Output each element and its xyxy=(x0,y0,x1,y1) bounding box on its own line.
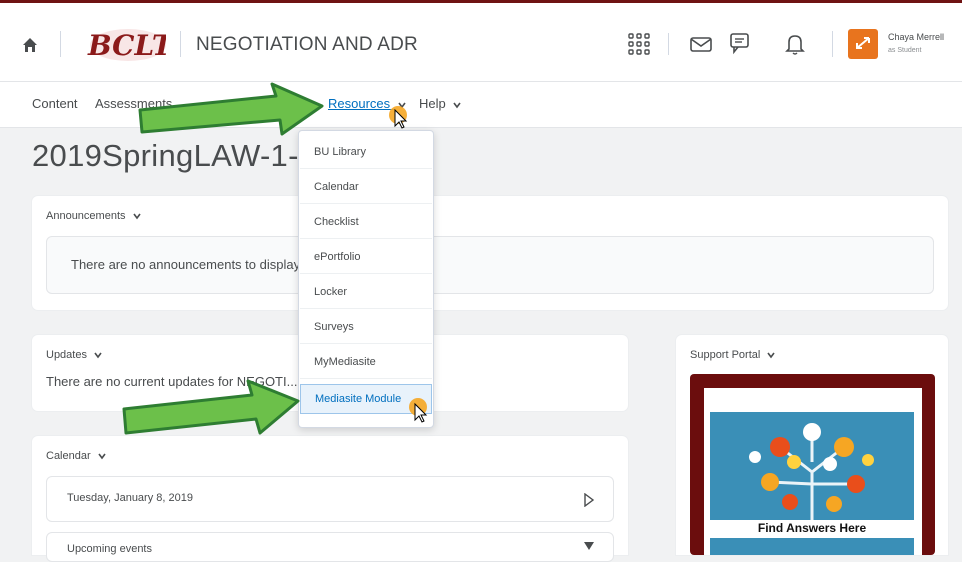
mouse-cursor-icon xyxy=(389,106,408,129)
play-icon[interactable] xyxy=(583,493,595,507)
menu-item-locker[interactable]: Locker xyxy=(300,275,432,309)
calendar-date: Tuesday, January 8, 2019 xyxy=(67,492,193,504)
menu-item-eportfolio[interactable]: ePortfolio xyxy=(300,240,432,274)
avatar[interactable] xyxy=(848,29,878,59)
menu-item-surveys[interactable]: Surveys xyxy=(300,310,432,344)
top-bar: BCLT NEGOTIATION AND ADR Chaya Merrell a… xyxy=(0,0,962,82)
user-swap-icon xyxy=(856,37,870,49)
chevron-down-icon xyxy=(453,102,462,108)
chevron-down-icon xyxy=(132,213,141,220)
nav-help[interactable]: Help xyxy=(419,96,462,111)
announcements-empty-box: There are no announcements to display xyxy=(46,236,934,294)
nav-content[interactable]: Content xyxy=(32,96,78,111)
annotation-arrow-bottom xyxy=(122,379,300,435)
triangle-down-icon[interactable] xyxy=(583,541,595,551)
menu-item-calendar[interactable]: Calendar xyxy=(300,170,432,204)
user-name[interactable]: Chaya Merrell xyxy=(888,32,944,42)
support-banner-bottom xyxy=(710,538,914,555)
menu-item-checklist[interactable]: Checklist xyxy=(300,205,432,239)
bclt-logo[interactable]: BCLT xyxy=(84,25,166,65)
menu-item-bu-library[interactable]: BU Library xyxy=(300,135,432,169)
chevron-down-icon xyxy=(94,352,102,359)
calendar-widget: Calendar Tuesday, January 8, 2019 Upcomi… xyxy=(32,436,628,562)
resources-dropdown: BU Library Calendar Checklist ePortfolio… xyxy=(298,130,434,428)
announcements-message: There are no announcements to display xyxy=(71,257,301,272)
chat-icon[interactable] xyxy=(726,31,752,57)
page-title: 2019SpringLAW-1-47 xyxy=(32,138,334,173)
announcements-title[interactable]: Announcements xyxy=(46,210,141,222)
annotation-arrow-top xyxy=(138,82,324,136)
chevron-down-icon xyxy=(767,352,776,359)
home-icon[interactable] xyxy=(22,37,38,53)
support-banner-text: Find Answers Here xyxy=(757,521,867,535)
bell-icon[interactable] xyxy=(782,31,808,57)
divider xyxy=(180,31,181,57)
upcoming-events-label: Upcoming events xyxy=(67,543,152,555)
upcoming-events-row[interactable]: Upcoming events xyxy=(46,532,614,562)
divider xyxy=(60,31,61,57)
menu-item-mymediasite[interactable]: MyMediasite xyxy=(300,345,432,379)
svg-text:BCLT: BCLT xyxy=(87,29,166,62)
divider xyxy=(668,33,669,55)
waffle-icon[interactable] xyxy=(626,31,652,57)
calendar-title[interactable]: Calendar xyxy=(46,450,106,462)
nav-resources-label: Resources xyxy=(328,96,391,111)
support-tree-illustration xyxy=(710,412,914,520)
nav-help-label: Help xyxy=(419,96,446,111)
divider xyxy=(832,31,833,57)
calendar-date-row[interactable]: Tuesday, January 8, 2019 xyxy=(46,476,614,522)
mouse-cursor-icon xyxy=(409,398,428,423)
user-role: as Student xyxy=(888,47,922,54)
announcements-widget: Announcements There are no announcements… xyxy=(32,196,948,310)
updates-title[interactable]: Updates xyxy=(46,349,102,361)
support-portal-title[interactable]: Support Portal xyxy=(690,349,776,361)
course-title[interactable]: NEGOTIATION AND ADR xyxy=(196,34,418,56)
mail-icon[interactable] xyxy=(688,31,714,57)
chevron-down-icon xyxy=(98,453,106,460)
